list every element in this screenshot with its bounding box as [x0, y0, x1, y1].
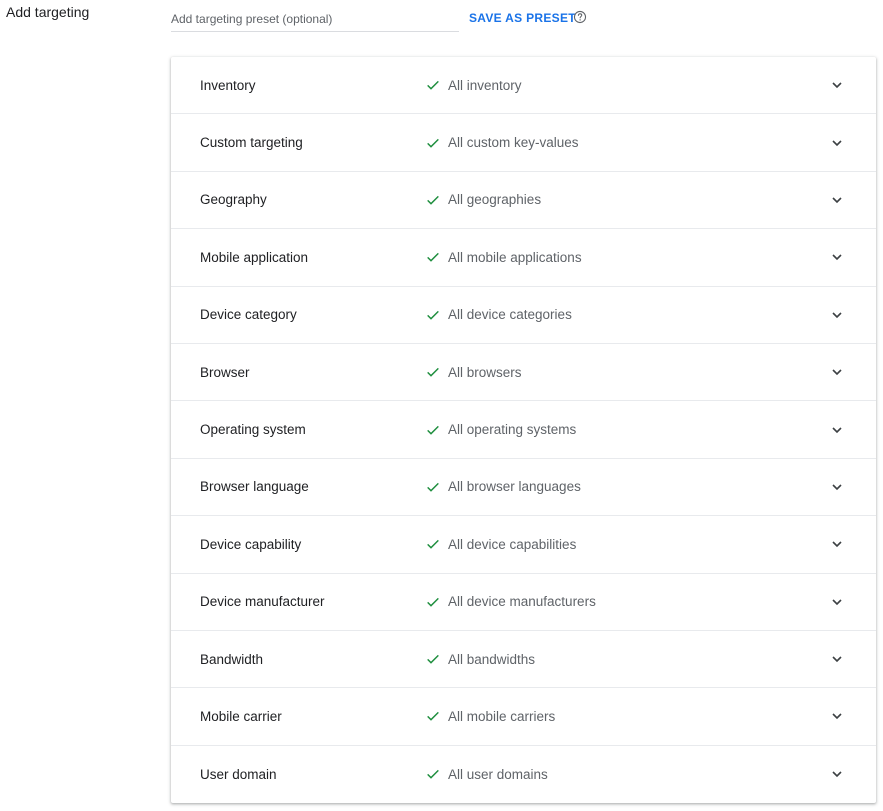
check-icon: [427, 654, 439, 664]
row-title: User domain: [200, 766, 277, 782]
check-icon: [427, 81, 439, 90]
targeting-row-browser[interactable]: Browser All browsers: [171, 344, 876, 402]
targeting-row-user-domain[interactable]: User domain All user domains: [171, 746, 876, 803]
check-icon: [427, 482, 439, 492]
check-icon: [427, 310, 439, 320]
row-value: All browsers: [448, 364, 522, 380]
chevron-down-icon[interactable]: [829, 364, 845, 380]
targeting-row-mobile-carrier[interactable]: Mobile carrier All mobile carriers: [171, 688, 876, 746]
chevron-down-icon[interactable]: [829, 192, 845, 208]
row-value: All bandwidths: [448, 651, 536, 667]
chevron-down-icon[interactable]: [829, 651, 845, 667]
check-icon: [427, 540, 439, 550]
chevron-down-icon[interactable]: [829, 536, 845, 552]
row-value: All inventory: [448, 77, 522, 93]
row-value: All device manufacturers: [448, 594, 596, 610]
row-title: Bandwidth: [200, 651, 264, 667]
row-value: All user domains: [448, 766, 548, 782]
check-icon: [427, 770, 439, 780]
row-title: Device capability: [200, 536, 302, 552]
section-label: Add targeting: [6, 4, 90, 20]
chevron-down-icon[interactable]: [829, 249, 845, 265]
row-title: Device manufacturer: [200, 594, 325, 610]
check-icon: [427, 425, 439, 435]
chevron-down-icon[interactable]: [829, 479, 845, 495]
help-circle-icon[interactable]: [573, 10, 587, 24]
save-as-preset-button[interactable]: SAVE AS PRESET: [469, 11, 576, 25]
check-icon: [427, 138, 439, 148]
row-value: All mobile applications: [448, 249, 582, 265]
row-value: All geographies: [448, 192, 542, 208]
targeting-row-browser-language[interactable]: Browser language All browser languages: [171, 459, 876, 517]
targeting-row-bandwidth[interactable]: Bandwidth All bandwidths: [171, 631, 876, 689]
chevron-down-icon[interactable]: [829, 135, 845, 151]
row-value: All custom key-values: [448, 135, 579, 151]
chevron-down-icon[interactable]: [829, 307, 845, 323]
row-title: Mobile application: [200, 249, 309, 265]
row-value: All browser languages: [448, 479, 581, 495]
row-title: Mobile carrier: [200, 708, 282, 724]
targeting-row-device-capability[interactable]: Device capability All device capabilitie…: [171, 516, 876, 574]
check-icon: [427, 195, 439, 205]
targeting-row-device-manufacturer[interactable]: Device manufacturer All device manufactu…: [171, 574, 876, 631]
row-value: All operating systems: [448, 422, 577, 438]
row-title: Browser: [200, 364, 250, 380]
row-title: Browser language: [200, 479, 309, 495]
targeting-row-device-category[interactable]: Device category All device categories: [171, 287, 876, 344]
chevron-down-icon[interactable]: [829, 77, 845, 93]
chevron-down-icon[interactable]: [829, 708, 845, 724]
targeting-preset-input[interactable]: [171, 6, 459, 32]
row-title: Device category: [200, 307, 297, 323]
targeting-row-operating-system[interactable]: Operating system All operating systems: [171, 401, 876, 459]
targeting-row-inventory[interactable]: Inventory All inventory: [171, 57, 876, 115]
check-icon: [427, 253, 439, 263]
row-value: All device capabilities: [448, 536, 577, 552]
targeting-row-geography[interactable]: Geography All geographies: [171, 172, 876, 230]
row-value: All device categories: [448, 307, 572, 323]
row-value: All mobile carriers: [448, 708, 556, 724]
chevron-down-icon[interactable]: [829, 766, 845, 782]
row-title: Operating system: [200, 422, 306, 438]
chevron-down-icon[interactable]: [829, 594, 845, 610]
row-title: Inventory: [200, 77, 256, 93]
check-icon: [427, 597, 439, 607]
chevron-down-icon[interactable]: [829, 422, 845, 438]
row-title: Custom targeting: [200, 135, 303, 151]
targeting-list: Inventory All inventory Custom targeting…: [171, 57, 876, 803]
check-icon: [427, 712, 439, 722]
targeting-row-mobile-application[interactable]: Mobile application All mobile applicatio…: [171, 229, 876, 287]
row-title: Geography: [200, 192, 267, 208]
check-icon: [427, 367, 439, 377]
targeting-row-custom-targeting[interactable]: Custom targeting All custom key-values: [171, 114, 876, 172]
